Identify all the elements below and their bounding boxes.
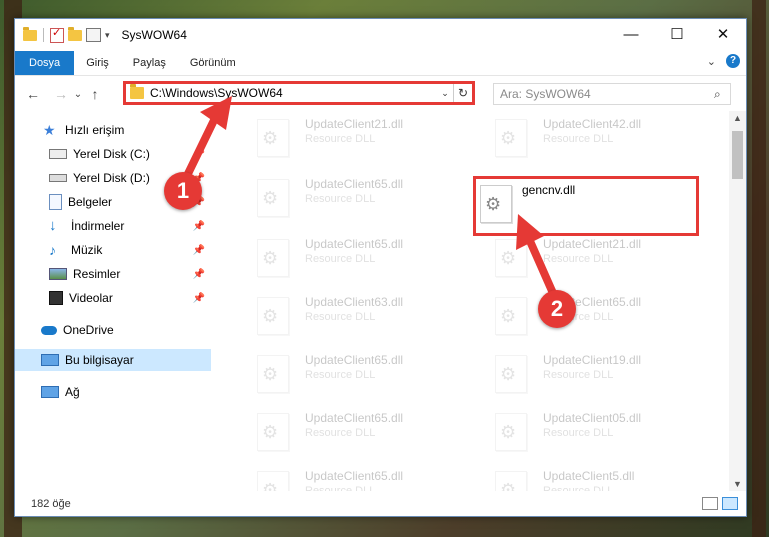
annotation-arrows: [180, 96, 560, 304]
step-2-callout: 2: [538, 290, 576, 328]
step-1-callout: 1: [164, 172, 202, 210]
arrow-1-shaft: [180, 108, 222, 186]
